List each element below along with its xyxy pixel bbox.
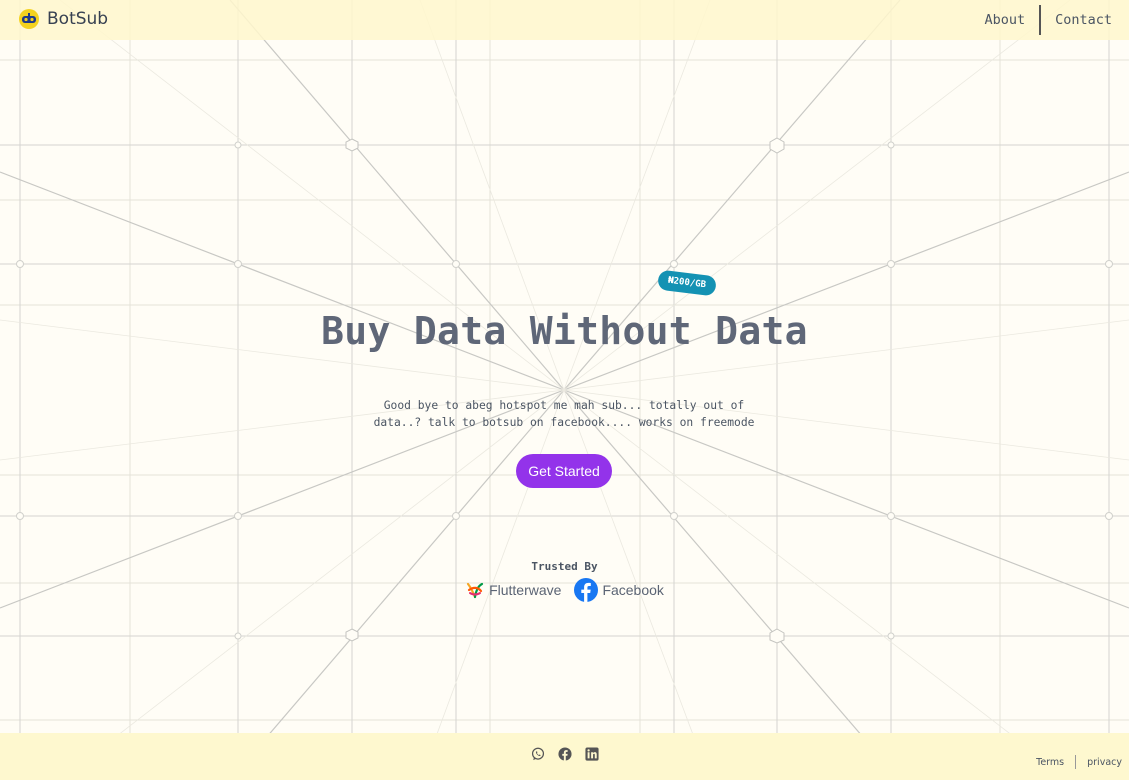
partners-list: Flutterwave Facebook [0,578,1129,602]
facebook-icon [574,578,599,602]
trusted-by-label: Trusted By [531,560,598,573]
terms-link[interactable]: Terms [1036,757,1064,768]
linkedin-icon[interactable] [584,747,599,761]
hero-section: ₦200/GB Buy Data Without Data Good bye t… [0,0,1129,780]
hero-subtitle: Good bye to abeg hotspot me mah sub... t… [373,399,755,429]
price-badge: ₦200/GB [656,269,718,297]
legal-links: Terms privacy [1036,755,1122,769]
partner-name: Flutterwave [489,582,562,598]
facebook-icon[interactable] [557,747,572,761]
flutterwave-icon [465,580,485,600]
privacy-link[interactable]: privacy [1087,757,1122,768]
partner-name: Facebook [602,582,664,598]
partner-facebook: Facebook [574,578,664,602]
social-links [0,747,1129,761]
get-started-button[interactable]: Get Started [516,454,612,488]
hero-title: Buy Data Without Data [321,309,808,353]
partner-flutterwave: Flutterwave [465,580,561,600]
whatsapp-icon[interactable] [531,747,545,761]
footer: Terms privacy [0,733,1129,780]
legal-divider [1075,755,1077,769]
